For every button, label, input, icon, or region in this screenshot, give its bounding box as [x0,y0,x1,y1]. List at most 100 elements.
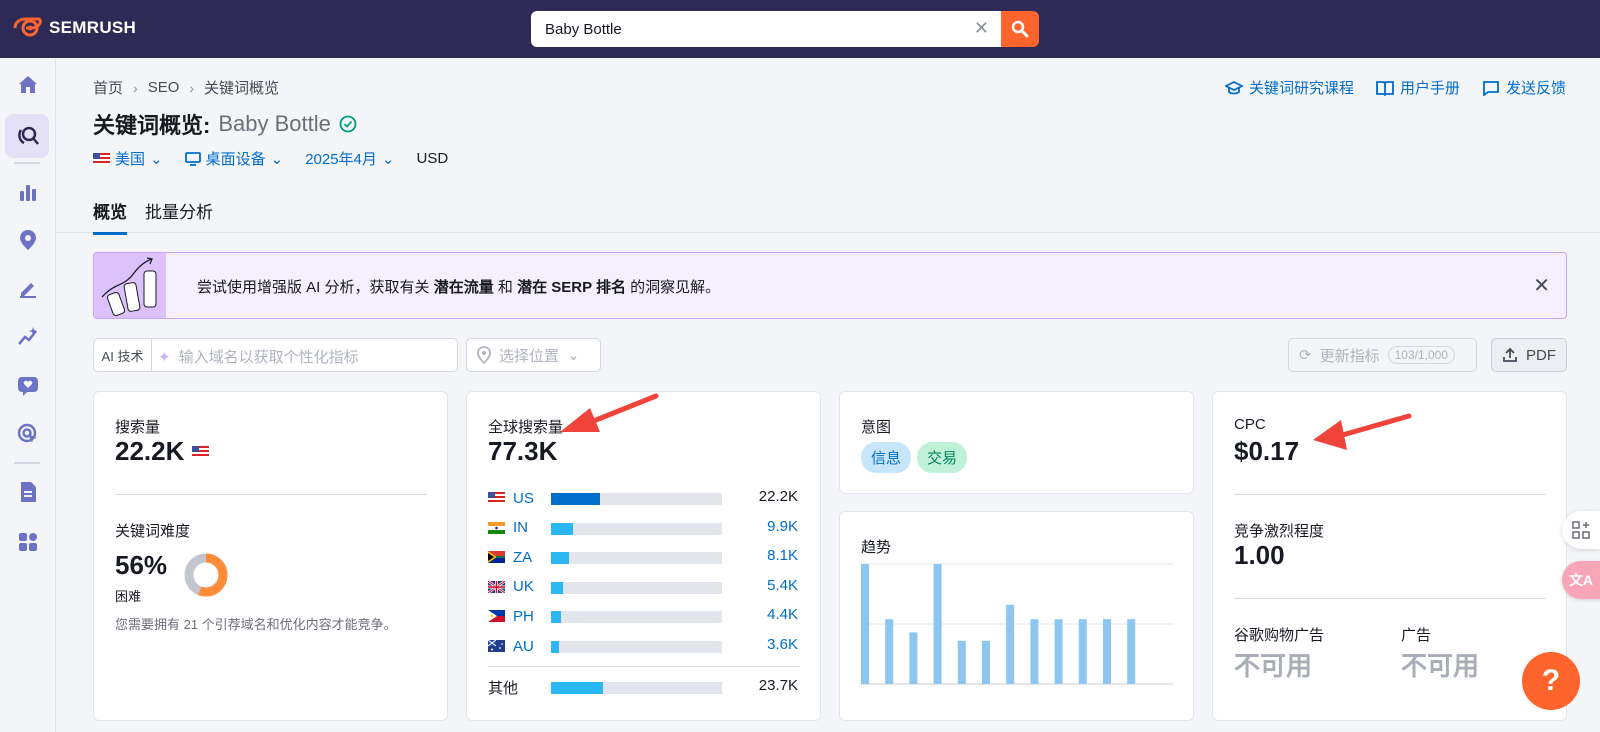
trend-bar[interactable] [1006,604,1015,684]
shopping-ads-label: 谷歌购物广告 [1234,627,1325,644]
country-volume-value[interactable]: 3.6K [767,636,798,653]
breadcrumb-home[interactable]: 首页 [93,77,123,98]
annotation-arrow [1313,413,1412,450]
title-keyword: Baby Bottle [218,111,331,136]
trend-bar[interactable] [1054,619,1063,684]
date-select[interactable]: 2025年4月 ⌄ [305,148,394,169]
country-share-bar-fill [551,493,600,505]
intent-label: 意图 [861,419,892,436]
kd-value: 56% [115,550,168,580]
kd-note: 您需要拥有 21 个引荐域名和优化内容才能竞争。 [115,617,397,632]
book-icon [1376,80,1394,96]
kd-level: 困难 [115,589,142,604]
country-code-link[interactable]: ZA [513,549,553,566]
breadcrumb-seo[interactable]: SEO [148,79,180,96]
other-share-bar [551,682,722,694]
ai-tech-tag: AI 技术 [94,339,152,371]
country-select-label: 美国 [115,151,146,168]
home-icon[interactable] [14,70,42,98]
country-code-link[interactable]: PH [513,608,553,625]
tab-overview[interactable]: 概览 [93,198,127,235]
trend-bar[interactable] [933,564,942,684]
report-document-icon[interactable] [14,478,42,506]
au-flag-icon [488,640,505,652]
close-icon[interactable]: ✕ [1533,273,1550,298]
chevron-down-icon: ⌄ [381,150,395,168]
export-pdf-button[interactable]: PDF [1491,338,1567,372]
breadcrumb-current: 关键词概览 [204,80,280,97]
volume-card: 搜索量 22.2K 关键词难度 56% 困难 您需要拥有 21 个引荐域名和优化… [93,391,448,721]
country-volume-value[interactable]: 5.4K [767,577,798,594]
trend-bar[interactable] [861,564,869,684]
global-volume-label: 全球搜索量 [488,419,564,436]
intent-chip-informational: 信息 [861,442,912,473]
manual-link[interactable]: 用户手册 [1376,77,1460,98]
country-volume-value[interactable]: 8.1K [767,547,798,564]
trend-bar[interactable] [1103,619,1111,684]
country-code-link[interactable]: US [513,490,553,507]
country-row: IN 9.9K [488,518,798,538]
trend-bar[interactable] [982,640,990,684]
course-link[interactable]: 关键词研究课程 [1224,77,1354,98]
uk-flag-icon [488,580,505,593]
trend-bar[interactable] [1078,619,1087,684]
ai-sparkle-icon[interactable] [14,322,42,350]
country-share-bar [551,611,722,624]
location-pin-icon[interactable] [14,226,42,254]
apps-add-icon [1572,521,1590,539]
banner-bold-serp: 潜在 SERP 排名 [517,279,626,296]
domain-input-group: AI 技术 ✦ 输入域名以获取个性化指标 [93,338,458,372]
volume-value: 22.2K [115,436,185,466]
country-code-link[interactable]: UK [513,578,553,595]
help-button[interactable]: ? [1522,652,1580,710]
growth-chart-illustration-icon [101,257,157,317]
card-divider [1234,598,1546,599]
update-metrics-button[interactable]: ⟳ 更新指标 103/1,000 [1288,338,1477,372]
trend-bar[interactable] [1127,619,1136,684]
filter-bar: 美国 ⌄ 桌面设备 ⌄ 2025年4月 ⌄ USD [93,148,448,169]
analytics-icon[interactable] [14,178,42,206]
tab-bulk-analysis[interactable]: 批量分析 [145,198,213,235]
us-flag-icon [488,492,505,504]
social-heart-icon[interactable] [14,372,42,400]
search-button[interactable] [1001,11,1039,47]
device-select[interactable]: 桌面设备 ⌄ [184,148,283,169]
widget-apps-button[interactable] [1562,511,1600,549]
kd-label: 关键词难度 [115,523,191,540]
trend-bar[interactable] [885,619,894,684]
feedback-link[interactable]: 发送反馈 [1482,77,1566,98]
chevron-right-icon: › [133,79,138,96]
country-row: PH 4.4K [488,606,798,626]
country-share-bar [551,581,722,594]
content-edit-icon[interactable] [14,274,42,302]
country-share-bar [551,493,722,505]
country-volume-value[interactable]: 9.9K [767,518,798,535]
country-select[interactable]: 美国 ⌄ [93,148,163,169]
semrush-logo[interactable]: SEMRUSH [13,17,136,39]
search-input[interactable] [545,20,945,38]
country-row: ZA 8.1K [488,547,798,567]
clear-search-icon[interactable]: ✕ [974,18,989,39]
trend-card: 趋势 [839,511,1194,721]
translate-button[interactable]: 文A [1562,561,1600,599]
breadcrumb: 首页 › SEO › 关键词概览 [93,77,279,98]
country-code-link[interactable]: IN [513,519,553,536]
country-code-link[interactable]: AU [513,638,553,655]
location-select[interactable]: 选择位置 ⌄ [466,338,601,372]
location-select-label: 选择位置 [499,347,560,365]
trend-bar[interactable] [1030,619,1039,684]
trend-label: 趋势 [861,539,892,556]
trend-bar[interactable] [909,632,918,684]
country-volume-value[interactable]: 4.4K [767,606,798,623]
seo-icon[interactable] [14,122,42,150]
annotation-arrow [560,393,659,432]
target-click-icon[interactable] [14,420,42,448]
country-share-bar-fill [551,522,573,535]
banner-text-2: 和 [497,279,513,296]
upload-icon [1503,347,1517,362]
trend-bar[interactable] [957,640,966,684]
keyword-search-field[interactable]: ✕ [531,11,1001,47]
domain-input[interactable]: ✦ 输入域名以获取个性化指标 [158,346,359,367]
apps-grid-icon[interactable] [14,528,42,556]
country-share-bar-fill [551,552,569,565]
